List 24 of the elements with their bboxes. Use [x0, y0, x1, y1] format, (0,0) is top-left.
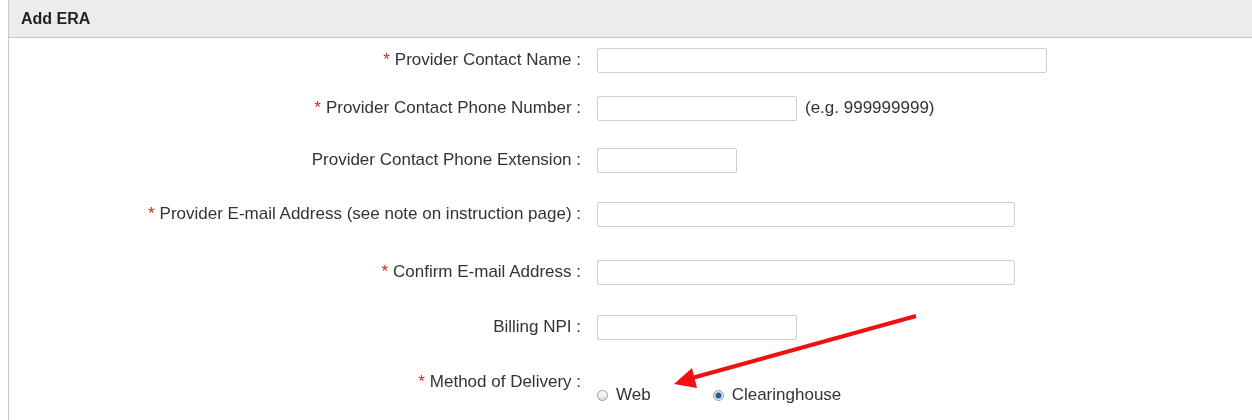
- required-asterisk: *: [381, 262, 388, 282]
- radio-option[interactable]: Web: [597, 385, 651, 405]
- field-label: Provider Contact Phone Extension :: [311, 150, 581, 170]
- required-asterisk: *: [147, 204, 155, 224]
- input-field[interactable]: [597, 95, 797, 121]
- field-label: Provider E-mail Address (see note on instruction page) :: [159, 204, 581, 224]
- required-asterisk: *: [418, 372, 425, 392]
- input-field[interactable]: [597, 259, 1015, 285]
- field-label: Billing NPI :: [493, 317, 581, 337]
- field-label: Provider Contact Phone Number :: [325, 98, 581, 118]
- field-label: Method of Delivery :: [429, 372, 581, 392]
- input-field[interactable]: [597, 47, 1047, 73]
- radio-icon[interactable]: [712, 389, 724, 401]
- required-asterisk: *: [383, 50, 390, 70]
- input-field[interactable]: [597, 314, 797, 340]
- input-field[interactable]: [597, 147, 737, 173]
- format-hint: (e.g. 999999999): [805, 98, 935, 118]
- field-label: Provider Contact Name :: [394, 50, 581, 70]
- radio-option[interactable]: Clearinghouse: [712, 385, 842, 405]
- required-asterisk: *: [314, 98, 321, 118]
- radio-icon[interactable]: [597, 389, 608, 401]
- panel-title: Add ERA: [9, 0, 1252, 38]
- input-field[interactable]: [597, 201, 1015, 227]
- field-label: Confirm E-mail Address :: [393, 262, 581, 282]
